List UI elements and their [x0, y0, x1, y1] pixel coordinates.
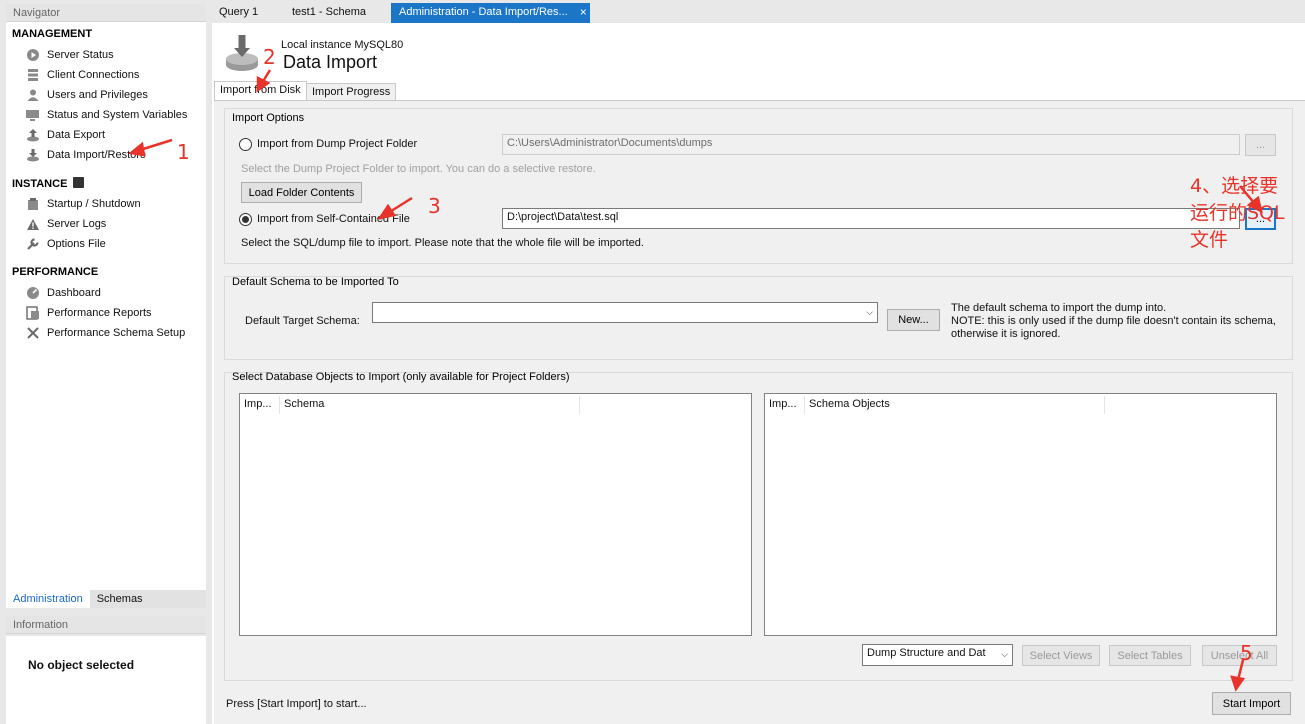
annotation-4: 4、选择要 运行的SQL 文件 [1190, 173, 1285, 254]
annotation-4-line1: 4、选择要 [1190, 175, 1279, 197]
annotation-2: 2 [263, 45, 276, 69]
annotation-1: 1 [177, 140, 190, 164]
annotation-4-line2: 运行的SQL [1190, 202, 1285, 224]
annotation-3: 3 [428, 194, 441, 218]
annotation-4-line3: 文件 [1190, 229, 1229, 251]
annotation-arrows [128, 69, 1263, 692]
annotation-5: 5 [1240, 641, 1253, 665]
